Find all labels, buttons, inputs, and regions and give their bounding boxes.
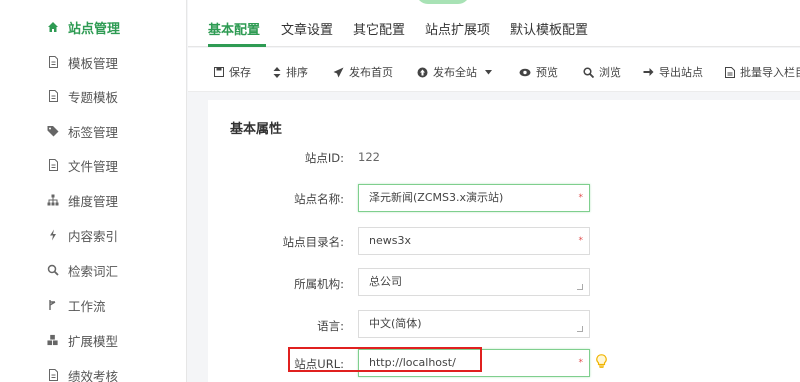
browse-label: 浏览 xyxy=(599,66,621,79)
export-site-label: 导出站点 xyxy=(659,66,703,79)
save-label: 保存 xyxy=(229,66,251,79)
resize-corner-icon xyxy=(577,326,583,332)
sidebar-item-file-management[interactable]: 文件管理 xyxy=(0,148,187,182)
lang-select[interactable]: 中文(简体) xyxy=(358,310,590,338)
sidebar-item-performance-review[interactable]: 绩效考核 xyxy=(0,358,187,382)
tab-basic-config[interactable]: 基本配置 xyxy=(208,19,260,38)
file-import-icon xyxy=(725,66,735,78)
bolt-icon xyxy=(47,229,59,241)
preview-label: 预览 xyxy=(536,66,558,79)
search-icon xyxy=(47,264,59,276)
resize-corner-icon xyxy=(577,284,583,290)
caret-down-icon xyxy=(485,69,492,74)
lang-value: 中文(简体) xyxy=(369,317,422,330)
batch-import-button[interactable]: 批量导入栏目 xyxy=(725,64,800,80)
upload-circle-icon xyxy=(417,67,428,77)
eye-icon xyxy=(519,68,531,76)
basic-properties-card: 基本属性 站点ID: 122 站点名称: 泽元新闻(ZCMS3.x演示站) * … xyxy=(208,100,800,382)
sidebar-item-label: 工作流 xyxy=(68,298,106,314)
sidebar-item-search-terms[interactable]: 检索词汇 xyxy=(0,253,187,287)
site-id-label: 站点ID: xyxy=(304,151,344,165)
tag-icon xyxy=(47,125,59,137)
required-mark: * xyxy=(578,358,584,368)
sort-button[interactable]: 排序 xyxy=(273,64,308,80)
publish-site-label: 发布全站 xyxy=(433,66,477,79)
sidebar-item-label: 扩展模型 xyxy=(68,333,119,349)
save-button[interactable]: 保存 xyxy=(214,64,251,80)
site-id-value: 122 xyxy=(358,150,380,164)
tab-bar: 基本配置 文章设置 其它配置 站点扩展项 默认模板配置 xyxy=(188,0,800,47)
active-tab-indicator xyxy=(208,44,266,47)
publish-home-button[interactable]: 发布首页 xyxy=(333,64,393,80)
toolbar: 保存 排序 发布首页 发布全站 预览 浏览 导出站点 批量导入栏目 xyxy=(188,48,800,92)
tab-default-template-config[interactable]: 默认模板配置 xyxy=(510,19,588,38)
org-select[interactable]: 总公司 xyxy=(358,268,590,296)
site-name-label: 站点名称: xyxy=(294,192,344,206)
decorative-arc xyxy=(416,0,470,4)
sidebar-item-label: 站点管理 xyxy=(68,21,121,37)
lightbulb-icon[interactable] xyxy=(596,354,607,371)
sidebar-item-label: 检索词汇 xyxy=(68,263,119,279)
required-mark: * xyxy=(578,193,584,203)
sidebar-item-workflow[interactable]: 工作流 xyxy=(0,288,187,322)
publish-site-dropdown[interactable]: 发布全站 xyxy=(417,64,497,80)
site-dir-field[interactable]: news3x * xyxy=(358,227,590,255)
sidebar: 站点管理 模板管理 专题模板 标签管理 文件管理 维度管理 内容索引 检索词汇 … xyxy=(0,0,187,382)
sidebar-item-label: 文件管理 xyxy=(68,158,119,174)
org-value: 总公司 xyxy=(369,275,402,288)
tab-site-extensions[interactable]: 站点扩展项 xyxy=(425,19,490,38)
sidebar-item-extension-model[interactable]: 扩展模型 xyxy=(0,323,187,357)
document-icon xyxy=(47,56,59,68)
sidebar-item-site-management[interactable]: 站点管理 xyxy=(0,10,187,44)
sidebar-item-label: 标签管理 xyxy=(68,124,119,140)
site-name-field[interactable]: 泽元新闻(ZCMS3.x演示站) * xyxy=(358,184,590,212)
sidebar-item-label: 维度管理 xyxy=(68,193,119,209)
org-label: 所属机构: xyxy=(294,277,344,291)
workflow-icon xyxy=(47,299,59,311)
site-dir-label: 站点目录名: xyxy=(282,235,344,249)
sidebar-item-tag-management[interactable]: 标签管理 xyxy=(0,114,187,148)
sidebar-item-label: 内容索引 xyxy=(68,228,119,244)
search-icon xyxy=(583,66,594,78)
sidebar-item-template-management[interactable]: 模板管理 xyxy=(0,45,187,79)
sort-icon xyxy=(273,66,281,78)
required-mark: * xyxy=(578,236,584,246)
document-icon xyxy=(47,90,59,102)
site-dir-value: news3x xyxy=(369,234,411,247)
sidebar-item-topic-template[interactable]: 专题模板 xyxy=(0,79,187,113)
save-icon xyxy=(214,67,224,77)
document-icon xyxy=(47,369,59,381)
sort-label: 排序 xyxy=(286,66,308,79)
tab-other-config[interactable]: 其它配置 xyxy=(353,19,405,38)
section-title: 基本属性 xyxy=(230,122,283,137)
arrow-right-icon xyxy=(643,68,654,76)
sidebar-item-label: 专题模板 xyxy=(68,89,119,105)
sidebar-item-dimension-management[interactable]: 维度管理 xyxy=(0,183,187,217)
sidebar-item-label: 绩效考核 xyxy=(68,368,119,382)
preview-button[interactable]: 预览 xyxy=(519,64,558,80)
sitemap-icon xyxy=(47,194,59,206)
site-url-highlight xyxy=(288,347,482,372)
sidebar-item-content-index[interactable]: 内容索引 xyxy=(0,218,187,252)
batch-import-label: 批量导入栏目 xyxy=(740,66,800,79)
export-site-button[interactable]: 导出站点 xyxy=(643,64,703,80)
publish-home-label: 发布首页 xyxy=(349,66,393,79)
browse-button[interactable]: 浏览 xyxy=(583,64,621,80)
cubes-icon xyxy=(47,334,59,346)
lang-label: 语言: xyxy=(317,319,344,333)
home-icon xyxy=(47,21,59,33)
sidebar-item-label: 模板管理 xyxy=(68,55,119,71)
tab-article-settings[interactable]: 文章设置 xyxy=(281,19,333,38)
send-icon xyxy=(333,67,344,77)
document-icon xyxy=(47,159,59,171)
site-name-value: 泽元新闻(ZCMS3.x演示站) xyxy=(369,191,504,204)
